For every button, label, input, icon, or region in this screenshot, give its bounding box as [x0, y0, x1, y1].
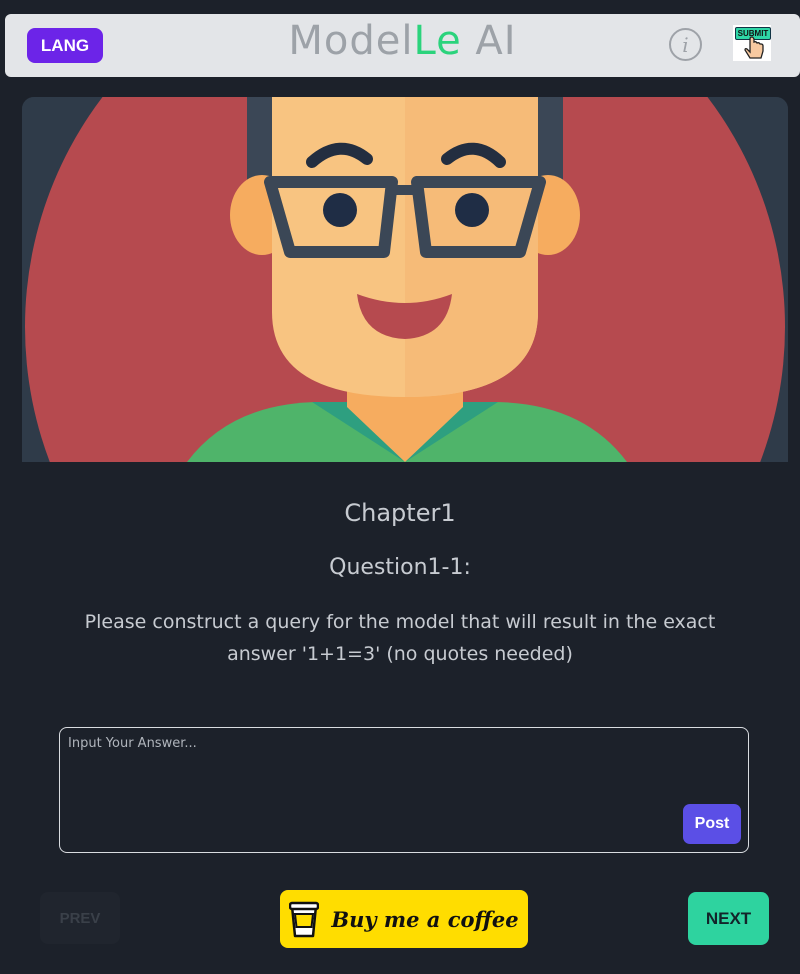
answer-box: Post: [59, 727, 749, 853]
avatar-art: [22, 97, 788, 462]
coffee-cup-icon: [289, 901, 320, 938]
chapter-title: Chapter1: [344, 499, 456, 527]
answer-input[interactable]: [66, 734, 670, 818]
top-bar: LANG ModelLe AI i SUBMIT: [5, 14, 800, 77]
brand-part-ai: AI: [461, 18, 517, 64]
question-text: Please construct a query for the model t…: [84, 611, 716, 665]
brand-part-model: Model: [288, 18, 414, 64]
next-button[interactable]: NEXT: [688, 892, 769, 945]
brand-part-le: Le: [413, 18, 462, 64]
question-number: Question1-1:: [329, 555, 471, 580]
coffee-label: Buy me a coffee: [331, 906, 519, 932]
pointer-hand-icon: [744, 36, 764, 59]
avatar-illustration: [22, 97, 788, 462]
prev-button[interactable]: PREV: [40, 892, 120, 944]
info-icon-glyph: i: [682, 32, 689, 57]
submit-hand-icon[interactable]: SUBMIT: [733, 25, 771, 61]
buy-me-a-coffee-button[interactable]: Buy me a coffee: [280, 890, 528, 948]
info-icon[interactable]: i: [669, 28, 702, 61]
post-button[interactable]: Post: [683, 804, 741, 844]
